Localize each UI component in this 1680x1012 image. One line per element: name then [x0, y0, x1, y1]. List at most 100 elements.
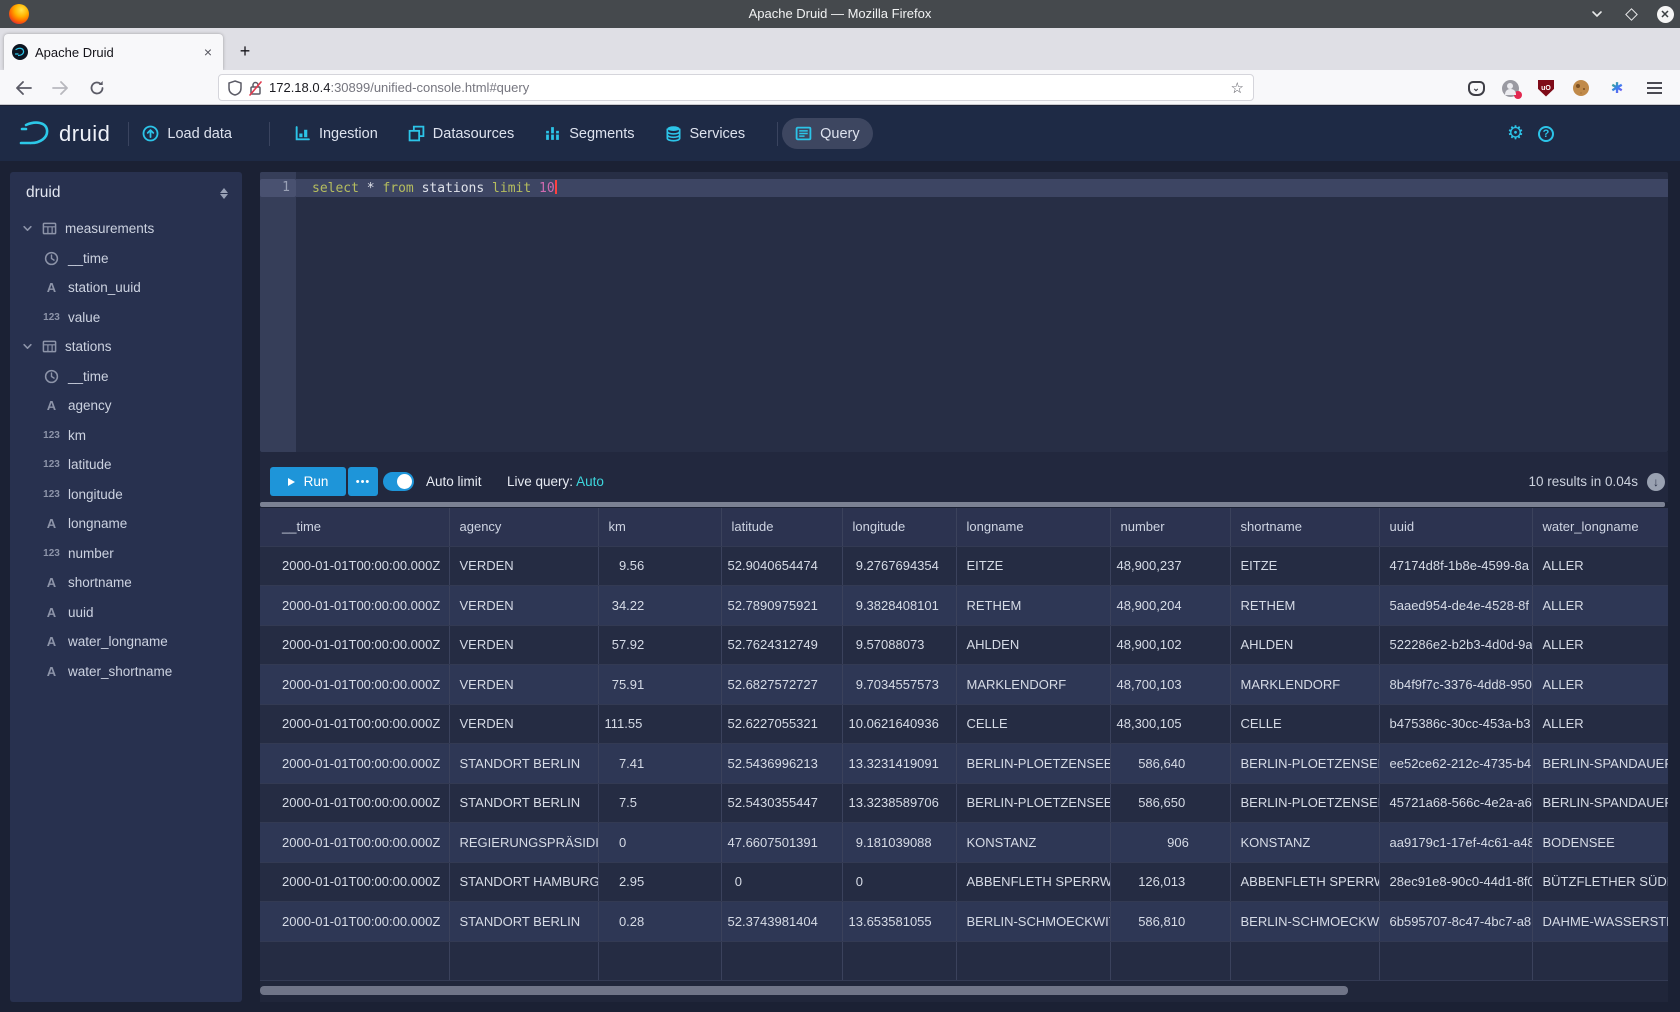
tree-column-__time[interactable]: __time: [10, 244, 242, 274]
cell-longitude[interactable]: 13.3231419091: [842, 744, 956, 784]
cell-uuid[interactable]: b475386c-30cc-453a-b3: [1379, 704, 1532, 744]
cell-water_longname[interactable]: BÜTZFLETHER SÜDERE: [1532, 862, 1668, 902]
cell-km[interactable]: 0.28: [598, 902, 721, 942]
cell-__time[interactable]: 2000-01-01T00:00:00.000Z: [260, 744, 449, 784]
cell-agency[interactable]: VERDEN: [449, 586, 598, 626]
column-header-__time[interactable]: __time: [260, 508, 449, 546]
cell-latitude[interactable]: 52.3743981404: [721, 902, 842, 942]
window-maximize-icon[interactable]: [1622, 5, 1640, 23]
nav-item-ingestion[interactable]: Ingestion: [281, 118, 391, 149]
window-titlebar[interactable]: Apache Druid — Mozilla Firefox ✕: [0, 0, 1680, 28]
cell-water_longname[interactable]: BERLIN-SPANDAUER-S: [1532, 744, 1668, 784]
pocket-icon[interactable]: ⌄: [1467, 79, 1485, 97]
cell-longitude[interactable]: 0: [842, 862, 956, 902]
column-header-longname[interactable]: longname: [956, 508, 1110, 546]
cell-longitude[interactable]: 9.3828408101: [842, 586, 956, 626]
tree-column-longname[interactable]: Alongname: [10, 509, 242, 539]
pane-resize-handle[interactable]: [260, 502, 1665, 507]
cell-km[interactable]: 9.56: [598, 546, 721, 586]
cell-shortname[interactable]: BERLIN-PLOETZENSEE C: [1230, 744, 1379, 784]
column-header-uuid[interactable]: uuid: [1379, 508, 1532, 546]
cell-longitude[interactable]: 13.653581055: [842, 902, 956, 942]
cell-uuid[interactable]: 5aaed954-de4e-4528-8f: [1379, 586, 1532, 626]
cell-shortname[interactable]: BERLIN-SCHMOECKWITZ: [1230, 902, 1379, 942]
cell-uuid[interactable]: 6b595707-8c47-4bc7-a8: [1379, 902, 1532, 942]
nav-item-services[interactable]: Services: [652, 118, 759, 149]
cell-shortname[interactable]: MARKLENDORF: [1230, 665, 1379, 705]
sort-icon[interactable]: [220, 188, 228, 199]
cell-latitude[interactable]: 52.7624312749: [721, 625, 842, 665]
cell-km[interactable]: 75.91: [598, 665, 721, 705]
cell-water_longname[interactable]: ALLER: [1532, 704, 1668, 744]
chevron-down-icon[interactable]: [20, 341, 34, 352]
tree-column-agency[interactable]: Aagency: [10, 391, 242, 421]
cell-__time[interactable]: 2000-01-01T00:00:00.000Z: [260, 783, 449, 823]
cell-longname[interactable]: BERLIN-PLOETZENSEE C: [956, 744, 1110, 784]
cell-water_longname[interactable]: DAHME-WASSERSTRAS: [1532, 902, 1668, 942]
cell-agency[interactable]: STANDORT HAMBURG: [449, 862, 598, 902]
cell-uuid[interactable]: 8b4f9f7c-3376-4dd8-950: [1379, 665, 1532, 705]
column-header-water_longname[interactable]: water_longname: [1532, 508, 1668, 546]
cell-number[interactable]: 48,700,103: [1110, 665, 1230, 705]
cookie-extension-icon[interactable]: [1572, 79, 1590, 97]
column-header-km[interactable]: km: [598, 508, 721, 546]
cell-uuid[interactable]: aa9179c1-17ef-4c61-a48: [1379, 823, 1532, 863]
cell-agency[interactable]: STANDORT BERLIN: [449, 744, 598, 784]
browser-tab-apache-druid[interactable]: Apache Druid ×: [4, 34, 223, 70]
cell-water_longname[interactable]: BERLIN-SPANDAUER-S: [1532, 783, 1668, 823]
cell-longitude[interactable]: 13.3238589706: [842, 783, 956, 823]
cell-__time[interactable]: 2000-01-01T00:00:00.000Z: [260, 625, 449, 665]
window-minimize-icon[interactable]: [1588, 5, 1606, 23]
new-tab-button[interactable]: +: [232, 38, 258, 64]
menu-hamburger-icon[interactable]: [1645, 79, 1663, 97]
nav-item-query[interactable]: Query: [782, 118, 873, 149]
editor-code-line[interactable]: select * from stations limit 10: [312, 180, 557, 196]
cell-agency[interactable]: REGIERUNGSPRÄSIDIUM: [449, 823, 598, 863]
druid-logo[interactable]: druid: [19, 119, 110, 149]
window-close-icon[interactable]: ✕: [1656, 5, 1674, 23]
cell-latitude[interactable]: 52.9040654474: [721, 546, 842, 586]
tree-table-measurements[interactable]: measurements: [10, 214, 242, 244]
cell-longname[interactable]: CELLE: [956, 704, 1110, 744]
cell-number[interactable]: 48,900,237: [1110, 546, 1230, 586]
cell-uuid[interactable]: ee52ce62-212c-4735-b4: [1379, 744, 1532, 784]
cell-km[interactable]: 7.5: [598, 783, 721, 823]
cell-number[interactable]: 48,900,204: [1110, 586, 1230, 626]
tree-column-water_longname[interactable]: Awater_longname: [10, 627, 242, 657]
column-header-longitude[interactable]: longitude: [842, 508, 956, 546]
cell-number[interactable]: 586,650: [1110, 783, 1230, 823]
cell-shortname[interactable]: CELLE: [1230, 704, 1379, 744]
cell-shortname[interactable]: AHLDEN: [1230, 625, 1379, 665]
cell-shortname[interactable]: BERLIN-PLOETZENSEE U: [1230, 783, 1379, 823]
cell-longitude[interactable]: 9.181039088: [842, 823, 956, 863]
cell-__time[interactable]: 2000-01-01T00:00:00.000Z: [260, 586, 449, 626]
extension-asterisk-icon[interactable]: ✱: [1608, 79, 1626, 97]
tree-column-longitude[interactable]: 123longitude: [10, 480, 242, 510]
tree-column-number[interactable]: 123number: [10, 539, 242, 569]
tree-column-water_shortname[interactable]: Awater_shortname: [10, 657, 242, 687]
cell-longname[interactable]: AHLDEN: [956, 625, 1110, 665]
cell-number[interactable]: 906: [1110, 823, 1230, 863]
tree-column-uuid[interactable]: Auuid: [10, 598, 242, 628]
cell-agency[interactable]: VERDEN: [449, 546, 598, 586]
tree-column-km[interactable]: 123km: [10, 421, 242, 451]
cell-longname[interactable]: KONSTANZ: [956, 823, 1110, 863]
live-query-value[interactable]: Auto: [576, 474, 604, 489]
back-icon[interactable]: [10, 75, 36, 101]
cell-longname[interactable]: RETHEM: [956, 586, 1110, 626]
cell-km[interactable]: 57.92: [598, 625, 721, 665]
cell-latitude[interactable]: 52.6827572727: [721, 665, 842, 705]
column-header-latitude[interactable]: latitude: [721, 508, 842, 546]
cell-water_longname[interactable]: ALLER: [1532, 546, 1668, 586]
cell-uuid[interactable]: 28ec91e8-90c0-44d1-8f0: [1379, 862, 1532, 902]
run-more-button[interactable]: •••: [348, 467, 378, 496]
cell-km[interactable]: 0: [598, 823, 721, 863]
settings-gear-icon[interactable]: ⚙: [1507, 122, 1524, 145]
query-editor[interactable]: 1 select * from stations limit 10: [260, 172, 1668, 452]
cell-uuid[interactable]: 47174d8f-1b8e-4599-8a: [1379, 546, 1532, 586]
column-header-number[interactable]: number: [1110, 508, 1230, 546]
cell-agency[interactable]: VERDEN: [449, 704, 598, 744]
bookmark-star-icon[interactable]: ☆: [1231, 79, 1244, 97]
cell-number[interactable]: 48,300,105: [1110, 704, 1230, 744]
cell-shortname[interactable]: RETHEM: [1230, 586, 1379, 626]
